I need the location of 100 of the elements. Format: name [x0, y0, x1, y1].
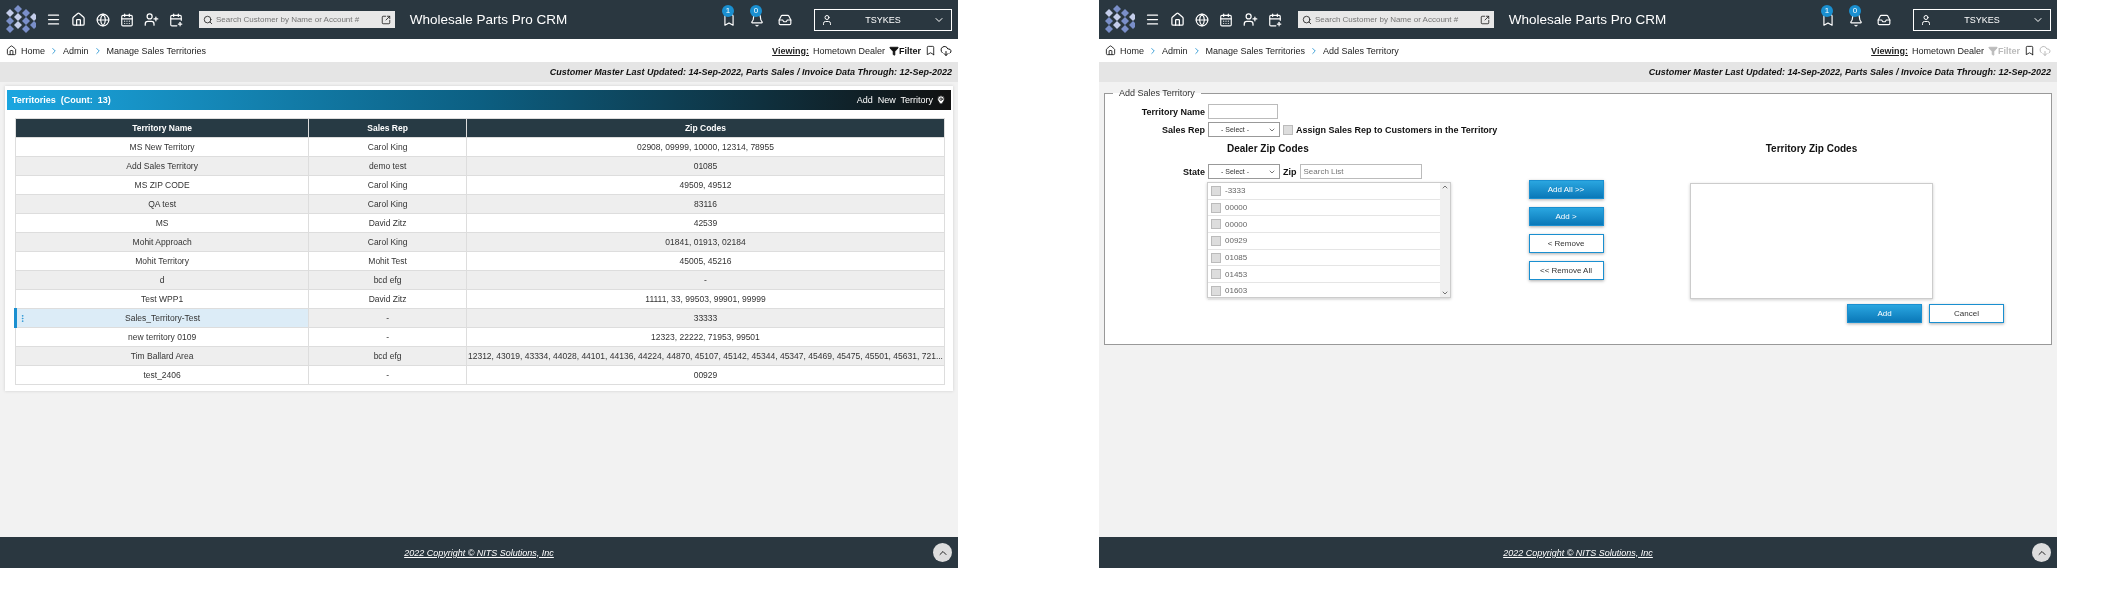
- globe-icon[interactable]: [1195, 12, 1209, 27]
- globe-icon[interactable]: [96, 12, 110, 27]
- search-icon: [203, 14, 213, 25]
- copyright-link[interactable]: 2022 Copyright © NITS Solutions, Inc: [404, 547, 554, 558]
- move-button[interactable]: Add All >>: [1528, 180, 1604, 199]
- zip-option[interactable]: 01453: [1208, 266, 1440, 284]
- home-icon[interactable]: [6, 45, 17, 56]
- bookmark-icon[interactable]: [1821, 12, 1835, 27]
- map-pin-icon: [936, 95, 946, 105]
- column-header[interactable]: Territory Name: [15, 118, 309, 138]
- move-button[interactable]: < Remove: [1528, 234, 1604, 253]
- breadcrumb-link[interactable]: Manage Sales Territories: [1205, 45, 1305, 56]
- table-cell: 49509, 49512: [466, 175, 945, 195]
- calendar-icon[interactable]: [1219, 12, 1233, 27]
- search-input[interactable]: Search Customer by Name or Account #: [1315, 15, 1477, 24]
- zip-checkbox[interactable]: [1211, 202, 1221, 213]
- cloud-download-icon[interactable]: [940, 44, 952, 57]
- chevron-icon: [49, 45, 59, 56]
- scroll-to-top-button[interactable]: [933, 543, 952, 562]
- field-label: State: [1182, 166, 1205, 177]
- table-cell: -: [308, 365, 467, 385]
- search-field[interactable]: Search Customer by Name or Account #: [199, 11, 395, 28]
- drag-handle-icon[interactable]: [18, 314, 27, 323]
- field-label: Zip: [1283, 166, 1297, 177]
- move-button[interactable]: Add >: [1528, 207, 1604, 226]
- zip-option[interactable]: 01603: [1208, 283, 1440, 300]
- zip-checkbox[interactable]: [1211, 285, 1221, 296]
- zip-checkbox[interactable]: [1211, 185, 1221, 196]
- user-menu-button[interactable]: TSYKES: [814, 8, 952, 31]
- filter-button[interactable]: Filter: [889, 45, 921, 56]
- search-field[interactable]: Search Customer by Name or Account #: [1298, 11, 1494, 28]
- breadcrumb-link[interactable]: Home: [1120, 45, 1144, 56]
- bookmark-icon[interactable]: [925, 45, 936, 56]
- chevron-icon: [1148, 45, 1158, 56]
- table-cell: Mohit Territory: [15, 251, 309, 271]
- zip-search-field[interactable]: Search List: [1299, 164, 1422, 179]
- search-input[interactable]: Search Customer by Name or Account #: [216, 15, 378, 24]
- count-badge: 0: [750, 4, 762, 17]
- zip-checkbox[interactable]: [1211, 219, 1221, 230]
- table-cell: Add Sales Territory: [15, 156, 309, 176]
- menu-icon[interactable]: [46, 12, 61, 27]
- dealer-name: Hometown Dealer: [1911, 45, 1984, 56]
- external-link-icon[interactable]: [1480, 14, 1490, 25]
- calendar-plus-icon[interactable]: [1268, 12, 1282, 27]
- zip-option[interactable]: 00929: [1208, 233, 1440, 250]
- zip-checkbox[interactable]: [1211, 235, 1221, 246]
- field-label: Territory Name: [1140, 106, 1205, 117]
- table-cell: -: [308, 327, 467, 347]
- inbox-icon[interactable]: [1877, 12, 1891, 27]
- calendar-icon[interactable]: [120, 12, 134, 27]
- inbox-icon[interactable]: [778, 12, 792, 27]
- table-cell: MS ZIP CODE: [15, 175, 309, 195]
- zip-checkbox[interactable]: [1211, 252, 1221, 263]
- calendar-plus-icon[interactable]: [169, 12, 183, 27]
- zip-option[interactable]: -3333: [1208, 183, 1440, 200]
- scroll-to-top-button[interactable]: [2032, 543, 2051, 562]
- breadcrumb-link[interactable]: Add Sales Territory: [1322, 45, 1399, 56]
- add-user-icon[interactable]: [1243, 12, 1258, 27]
- copyright-link[interactable]: 2022 Copyright © NITS Solutions, Inc: [1503, 547, 1653, 558]
- breadcrumb-link[interactable]: Home: [21, 45, 45, 56]
- add-user-icon[interactable]: [144, 12, 159, 27]
- breadcrumb-link[interactable]: Admin: [63, 45, 89, 56]
- zip-checkbox[interactable]: [1211, 269, 1221, 280]
- table-cell: bcd efg: [308, 270, 467, 290]
- table-cell: 02908, 09999, 10000, 12314, 78955: [466, 137, 945, 157]
- zip-option[interactable]: 00000: [1208, 216, 1440, 234]
- column-header[interactable]: Sales Rep: [308, 118, 467, 138]
- add-territory-link[interactable]: Add New Territory: [856, 95, 946, 105]
- zip-option[interactable]: 01085: [1208, 249, 1440, 267]
- move-button[interactable]: << Remove All: [1528, 261, 1604, 280]
- count-badge: 1: [1821, 4, 1833, 17]
- zip-option[interactable]: 00000: [1208, 199, 1440, 217]
- table-cell: 83116: [466, 194, 945, 214]
- table-cell: Tim Ballard Area: [15, 346, 309, 366]
- checkbox-label: Assign Sales Rep to Customers in the Territory: [1296, 124, 1498, 135]
- add-button[interactable]: Add: [1847, 304, 1922, 323]
- data-update-note: Customer Master Last Updated: 14-Sep-2022, Parts Sales / Invoice Data Through: 12-Sep-2022: [1099, 62, 2057, 82]
- assign-checkbox[interactable]: [1283, 124, 1293, 135]
- bookmark-icon[interactable]: [722, 12, 736, 27]
- viewing-label: Viewing:: [1871, 45, 1908, 56]
- menu-icon[interactable]: [1145, 12, 1160, 27]
- cancel-button[interactable]: Cancel: [1929, 304, 2004, 323]
- table-cell: 45005, 45216: [466, 251, 945, 271]
- filter-icon: [889, 45, 899, 56]
- scrollbar[interactable]: [1440, 183, 1450, 297]
- field-label: Sales Rep: [1160, 124, 1205, 135]
- search-icon: [1302, 14, 1312, 25]
- table-cell: demo test: [308, 156, 467, 176]
- external-link-icon[interactable]: [381, 14, 391, 25]
- scroll-up-icon[interactable]: [1441, 183, 1449, 191]
- user-menu-button[interactable]: TSYKES: [1913, 8, 2051, 31]
- scroll-down-icon[interactable]: [1441, 289, 1449, 297]
- breadcrumb-link[interactable]: Admin: [1162, 45, 1188, 56]
- breadcrumb-link[interactable]: Manage Sales Territories: [106, 45, 206, 56]
- section-heading: Dealer Zip Codes: [1226, 143, 1310, 154]
- bookmark-icon[interactable]: [2024, 45, 2035, 56]
- home-icon[interactable]: [1105, 45, 1116, 56]
- column-header[interactable]: Zip Codes: [466, 118, 945, 138]
- table-cell: Mohit Approach: [15, 232, 309, 252]
- territory-name-field[interactable]: [1208, 104, 1278, 119]
